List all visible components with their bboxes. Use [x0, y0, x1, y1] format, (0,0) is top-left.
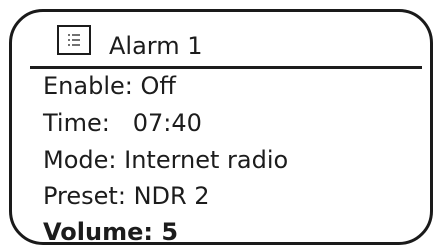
setting-label: Time:	[43, 109, 110, 137]
setting-mode[interactable]: Mode: Internet radio	[43, 146, 288, 174]
setting-time[interactable]: Time: 07:40	[43, 109, 202, 137]
setting-value: Internet radio	[124, 146, 289, 174]
setting-preset[interactable]: Preset: NDR 2	[43, 182, 210, 210]
menu-list-icon	[57, 25, 91, 55]
setting-value: 5	[161, 218, 179, 245]
setting-label: Preset:	[43, 182, 126, 210]
setting-value: Off	[140, 72, 176, 100]
alarm-settings-screen: Alarm 1 Enable: Off Time: 07:40 Mode: In…	[9, 9, 433, 245]
setting-label: Enable:	[43, 72, 133, 100]
setting-enable[interactable]: Enable: Off	[43, 72, 176, 100]
setting-volume[interactable]: Volume: 5	[43, 218, 179, 245]
screen-header: Alarm 1	[12, 12, 430, 67]
selection-underline	[43, 244, 178, 245]
header-divider	[30, 66, 422, 69]
setting-label: Mode:	[43, 146, 117, 174]
setting-value: 07:40	[132, 109, 202, 137]
setting-label: Volume:	[43, 218, 153, 245]
setting-value: NDR 2	[133, 182, 210, 210]
screen-title: Alarm 1	[109, 32, 203, 60]
